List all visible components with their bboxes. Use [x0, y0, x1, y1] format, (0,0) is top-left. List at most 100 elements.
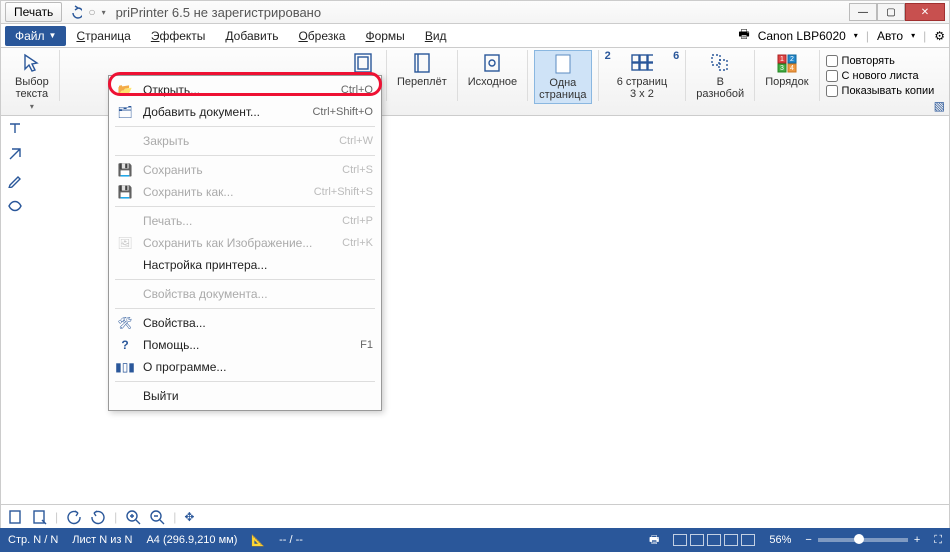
binding-icon [411, 52, 433, 74]
qat-dropdown-icon[interactable]: ▾ [102, 8, 106, 17]
svg-text:2: 2 [790, 56, 794, 63]
undo-icon[interactable] [66, 509, 82, 525]
properties-icon[interactable]: ▧ [934, 99, 945, 113]
quick-access-toolbar: Печать ○ ▾ [5, 2, 106, 22]
menu-about[interactable]: ▮▯▮ О программе... [109, 356, 381, 378]
title-bar: Печать ○ ▾ priPrinter 6.5 не зарегистрир… [0, 0, 950, 24]
menu-open[interactable]: 📂 Открыть... Ctrl+O [109, 79, 381, 101]
status-sheet: Лист N из N [72, 534, 132, 546]
scatter-icon [709, 52, 731, 74]
zoom-in-icon[interactable] [125, 509, 141, 525]
close-button[interactable]: ✕ [905, 3, 945, 21]
order-button[interactable]: 1234 Порядок [761, 50, 812, 90]
menu-add-doc[interactable]: 🗂 Добавить документ... Ctrl+Shift+O [109, 101, 381, 123]
menu-view[interactable]: Вид [415, 26, 457, 46]
pencil-icon[interactable] [5, 170, 25, 190]
menu-forms[interactable]: Формы [355, 26, 414, 46]
menu-save-img: 🖼 Сохранить как Изображение... Ctrl+K [109, 232, 381, 254]
zoom-in-button[interactable]: + [914, 534, 920, 546]
show-copies-check[interactable]: Показывать копии [826, 85, 935, 97]
svg-text:3: 3 [780, 65, 784, 72]
badge-2: 2 [605, 50, 611, 62]
menu-printer-setup[interactable]: Настройка принтера... [109, 254, 381, 276]
badge-6: 6 [673, 50, 679, 62]
menu-save-as: 💾 Сохранить как... Ctrl+Shift+S [109, 181, 381, 203]
menu-file[interactable]: Файл▼ [5, 26, 66, 46]
status-coords: -- / -- [279, 534, 303, 546]
menu-props[interactable]: 🛠 Свойства... [109, 312, 381, 334]
properties-icon: 🛠 [115, 316, 135, 330]
status-size: A4 (296.9,210 мм) [146, 534, 237, 546]
file-menu-dropdown: 📂 Открыть... Ctrl+O 🗂 Добавить документ.… [108, 75, 382, 411]
bottom-toolbar: | | | ✥ [0, 504, 950, 528]
menu-page[interactable]: Страница [66, 26, 140, 46]
margins-icon [352, 52, 374, 74]
zoom-slider[interactable]: − + [805, 534, 920, 546]
save-as-icon: 💾 [115, 185, 135, 199]
redo-icon[interactable] [90, 509, 106, 525]
fullscreen-icon[interactable]: ⛶ [934, 534, 942, 547]
source-button[interactable]: Исходное [464, 50, 521, 90]
ribbon-group-select: Выбор текста ▾ [5, 50, 60, 101]
scatter-button[interactable]: В разнобой [692, 50, 748, 102]
menu-save: 💾 Сохранить Ctrl+S [109, 159, 381, 181]
qat-print-button[interactable]: Печать [5, 2, 62, 22]
help-icon: ? [115, 338, 135, 352]
menu-exit[interactable]: Выйти [109, 385, 381, 407]
repeat-check[interactable]: Повторять [826, 55, 895, 67]
minimize-button[interactable]: — [849, 3, 877, 21]
gear-icon[interactable]: ⚙ [934, 29, 945, 43]
menu-doc-props: Свойства документа... [109, 283, 381, 305]
watermark-tool-icon[interactable] [5, 144, 25, 164]
chevron-down-icon: ▾ [854, 31, 858, 40]
image-icon: 🖼 [115, 236, 135, 250]
new-sheet-check[interactable]: С нового листа [826, 70, 919, 82]
redo-icon[interactable]: ○ [88, 5, 95, 19]
status-ruler-icon[interactable]: 📐 [251, 534, 265, 547]
status-printer-icon[interactable]: 🖶 [649, 531, 659, 550]
zoom-value: 56% [769, 534, 791, 546]
printer-name: Canon LBP6020 [758, 29, 846, 43]
zoom-out-button[interactable]: − [805, 534, 811, 546]
folder-open-icon: 📂 [115, 83, 135, 97]
view-mode-buttons[interactable] [673, 534, 755, 546]
grid-button[interactable]: 6 страниц 3 x 2 [613, 50, 671, 102]
menu-close: Закрыть Ctrl+W [109, 130, 381, 152]
chevron-down-icon: ▾ [911, 31, 915, 40]
printer-selector[interactable]: 🖶 Canon LBP6020 ▾ | Авто ▾ | ⚙ [738, 25, 945, 46]
select-text-button[interactable]: Выбор текста [11, 50, 53, 102]
shape-tool-icon[interactable] [5, 196, 25, 216]
printer-icon: 🖶 [738, 25, 749, 46]
undo-icon[interactable] [68, 5, 82, 19]
app-title: priPrinter 6.5 не зарегистрировано [116, 5, 322, 20]
binding-button[interactable]: Переплёт [393, 50, 451, 90]
auto-label[interactable]: Авто [877, 29, 903, 43]
save-icon: 💾 [115, 163, 135, 177]
pan-icon[interactable]: ✥ [184, 510, 194, 524]
svg-text:4: 4 [790, 65, 794, 72]
text-tool-icon[interactable] [5, 118, 25, 138]
zoom-out-icon[interactable] [149, 509, 165, 525]
status-page: Стр. N / N [8, 534, 58, 546]
maximize-button[interactable]: ▢ [877, 3, 905, 21]
menu-print: Печать... Ctrl+P [109, 210, 381, 232]
svg-text:1: 1 [780, 56, 784, 63]
status-bar: Стр. N / N Лист N из N A4 (296.9,210 мм)… [0, 528, 950, 552]
add-doc-icon: 🗂 [115, 105, 135, 119]
order-icon: 1234 [776, 52, 798, 74]
left-rail [5, 118, 29, 216]
menu-crop[interactable]: Обрезка [288, 26, 355, 46]
one-page-button[interactable]: Одна страница [534, 50, 591, 104]
source-icon [481, 52, 503, 74]
page-icon [552, 53, 574, 75]
chevron-down-icon: ▼ [49, 31, 57, 40]
add-page-icon[interactable] [31, 509, 47, 525]
menu-bar: Файл▼ Страница Эффекты Добавить Обрезка … [0, 24, 950, 48]
grid-icon [631, 52, 653, 74]
menu-effects[interactable]: Эффекты [141, 26, 216, 46]
menu-help[interactable]: ? Помощь... F1 [109, 334, 381, 356]
cursor-icon [21, 52, 43, 74]
menu-add[interactable]: Добавить [215, 26, 288, 46]
chevron-down-icon[interactable]: ▾ [30, 102, 34, 111]
new-page-icon[interactable] [7, 509, 23, 525]
